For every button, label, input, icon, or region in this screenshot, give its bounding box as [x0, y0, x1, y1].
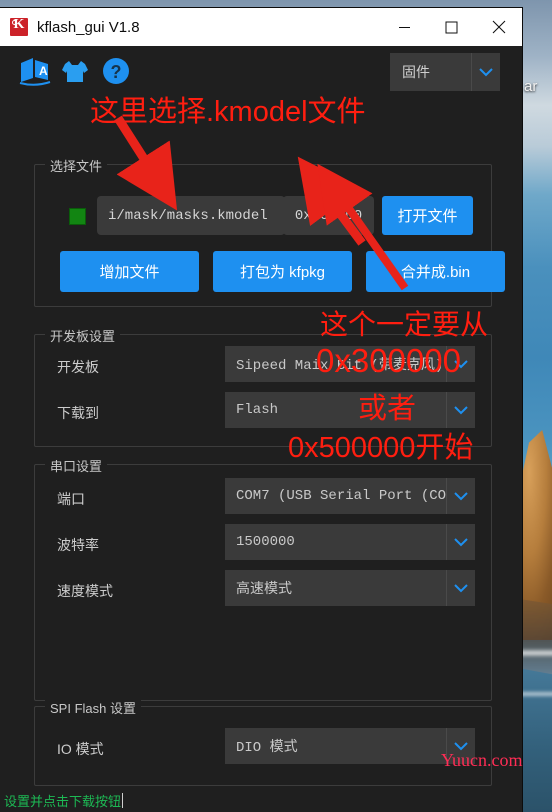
board-label: 开发板	[57, 359, 99, 375]
target-label: 下载到	[57, 405, 99, 421]
board-select[interactable]: Sipeed Maix Bit (带麦克风)	[225, 346, 475, 382]
svg-text:A: A	[39, 64, 48, 78]
speed-mode-select-value: 高速模式	[236, 580, 292, 596]
pack-kfpkg-button[interactable]: 打包为 kfpkg	[213, 251, 352, 292]
io-mode-select-value: DIO 模式	[236, 740, 298, 756]
baudrate-select[interactable]: 1500000	[225, 524, 475, 560]
status-message: 设置并点击下载按钮	[4, 793, 122, 809]
merge-bin-button[interactable]: 合并成.bin	[366, 251, 505, 292]
board-settings-group: 开发板设置 开发板 Sipeed Maix Bit (带麦克风) 下载到 Fla…	[34, 326, 492, 447]
add-file-button[interactable]: 增加文件	[60, 251, 199, 292]
serial-settings-group: 串口设置 端口 COM7 (USB Serial Port (COM 波特率 1…	[34, 456, 492, 701]
title-bar[interactable]: kflash_gui V1.8	[0, 8, 522, 46]
language-icon[interactable]: A	[18, 54, 52, 88]
chevron-down-icon	[446, 728, 475, 764]
maximize-button[interactable]	[428, 8, 475, 46]
port-select[interactable]: COM7 (USB Serial Port (COM	[225, 478, 475, 514]
status-bar: 设置并点击下载按钮	[0, 788, 522, 812]
port-select-value: COM7 (USB Serial Port (COM	[236, 488, 446, 504]
kflash-gui-window: kflash_gui V1.8	[0, 8, 522, 812]
firmware-type-select[interactable]: 固件	[390, 53, 500, 91]
toolbar: A ? 固件	[0, 46, 522, 102]
file-selection-group-title: 选择文件	[45, 156, 108, 175]
port-label: 端口	[57, 491, 85, 507]
baudrate-select-value: 1500000	[236, 534, 295, 550]
target-select-value: Flash	[236, 402, 279, 418]
kflash-logo-icon	[10, 17, 28, 36]
close-button[interactable]	[475, 8, 522, 46]
chevron-down-icon	[446, 346, 475, 382]
theme-shirt-icon[interactable]	[58, 54, 92, 88]
io-mode-select[interactable]: DIO 模式	[225, 728, 475, 764]
spi-flash-group-title: SPI Flash 设置	[45, 698, 141, 717]
file-address-input[interactable]: 0x500000	[283, 196, 374, 235]
speed-mode-label: 速度模式	[57, 583, 113, 599]
board-settings-group-title: 开发板设置	[45, 326, 121, 345]
chevron-down-icon	[471, 53, 500, 91]
svg-text:?: ?	[111, 62, 122, 82]
desktop-label: ar	[524, 78, 538, 95]
spi-flash-settings-group: SPI Flash 设置 IO 模式 DIO 模式	[34, 698, 492, 786]
chevron-down-icon	[446, 478, 475, 514]
screen: ar kflash_gui V1.8	[0, 0, 552, 812]
chevron-down-icon	[446, 392, 475, 428]
window-title: kflash_gui V1.8	[37, 18, 140, 36]
open-file-button[interactable]: 打开文件	[382, 196, 473, 235]
chevron-down-icon	[446, 570, 475, 606]
baudrate-label: 波特率	[57, 537, 99, 553]
help-icon[interactable]: ?	[99, 54, 133, 88]
maximize-icon	[445, 21, 458, 33]
target-select[interactable]: Flash	[225, 392, 475, 428]
serial-settings-group-title: 串口设置	[45, 456, 108, 475]
board-select-value: Sipeed Maix Bit (带麦克风)	[236, 358, 444, 374]
minimize-icon	[399, 26, 410, 28]
io-mode-label: IO 模式	[57, 741, 104, 757]
text-caret	[122, 792, 124, 808]
file-selection-group: 选择文件 i/mask/masks.kmodel 0x500000 打开文件 增…	[34, 156, 505, 307]
file-path-input[interactable]: i/mask/masks.kmodel	[97, 196, 285, 235]
speed-mode-select[interactable]: 高速模式	[225, 570, 475, 606]
chevron-down-icon	[446, 524, 475, 560]
firmware-type-value: 固件	[402, 64, 430, 80]
minimize-button[interactable]	[381, 8, 428, 46]
close-icon	[492, 20, 505, 34]
main-panel: 选择文件 i/mask/masks.kmodel 0x500000 打开文件 增…	[0, 102, 522, 812]
status-led-indicator	[69, 208, 86, 225]
